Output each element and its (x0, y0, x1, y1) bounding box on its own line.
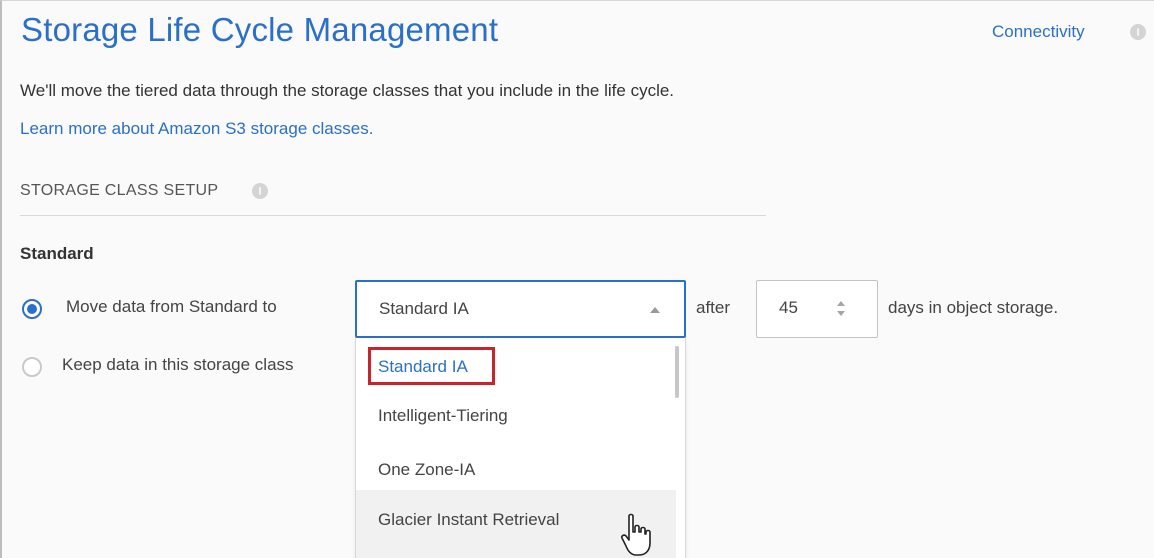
connectivity-link[interactable]: Connectivity (992, 22, 1085, 42)
after-label: after (696, 298, 731, 317)
option-label: Intelligent-Tiering (378, 406, 508, 425)
move-data-radio[interactable] (22, 299, 42, 319)
learn-more-link[interactable]: Learn more about Amazon S3 storage class… (20, 119, 373, 139)
page-title: Storage Life Cycle Management (21, 11, 499, 48)
dropdown-option-one-zone-ia[interactable]: One Zone-IA (356, 444, 676, 496)
days-value: 45 (779, 298, 798, 317)
select-value: Standard IA (379, 299, 469, 318)
days-suffix-label: days in object storage. (888, 298, 1059, 317)
hand-pointer-icon (621, 513, 651, 556)
keep-data-radio[interactable] (22, 357, 42, 377)
info-icon[interactable] (252, 183, 268, 199)
storage-lifecycle-panel: Storage Life Cycle Management Connectivi… (0, 0, 1154, 558)
stepper-down-icon[interactable] (837, 311, 845, 316)
stepper-up-icon[interactable] (837, 301, 845, 306)
move-data-label[interactable]: Move data from Standard to (66, 297, 277, 317)
highlight-box (368, 347, 495, 385)
info-icon[interactable] (1130, 24, 1146, 40)
chevron-up-icon (650, 307, 660, 313)
storage-class-label: Standard (20, 244, 94, 263)
dropdown-option-intelligent-tiering[interactable]: Intelligent-Tiering (356, 390, 676, 442)
description-text: We'll move the tiered data through the s… (20, 81, 675, 100)
keep-data-label[interactable]: Keep data in this storage class (62, 355, 294, 375)
section-title: STORAGE CLASS SETUP (20, 182, 219, 199)
days-stepper[interactable]: 45 (756, 280, 878, 338)
storage-class-select[interactable]: Standard IA (355, 280, 686, 338)
option-label: Glacier Instant Retrieval (378, 510, 560, 529)
section-divider (20, 215, 766, 216)
dropdown-scrollbar[interactable] (675, 346, 679, 398)
option-label: One Zone-IA (378, 460, 476, 479)
